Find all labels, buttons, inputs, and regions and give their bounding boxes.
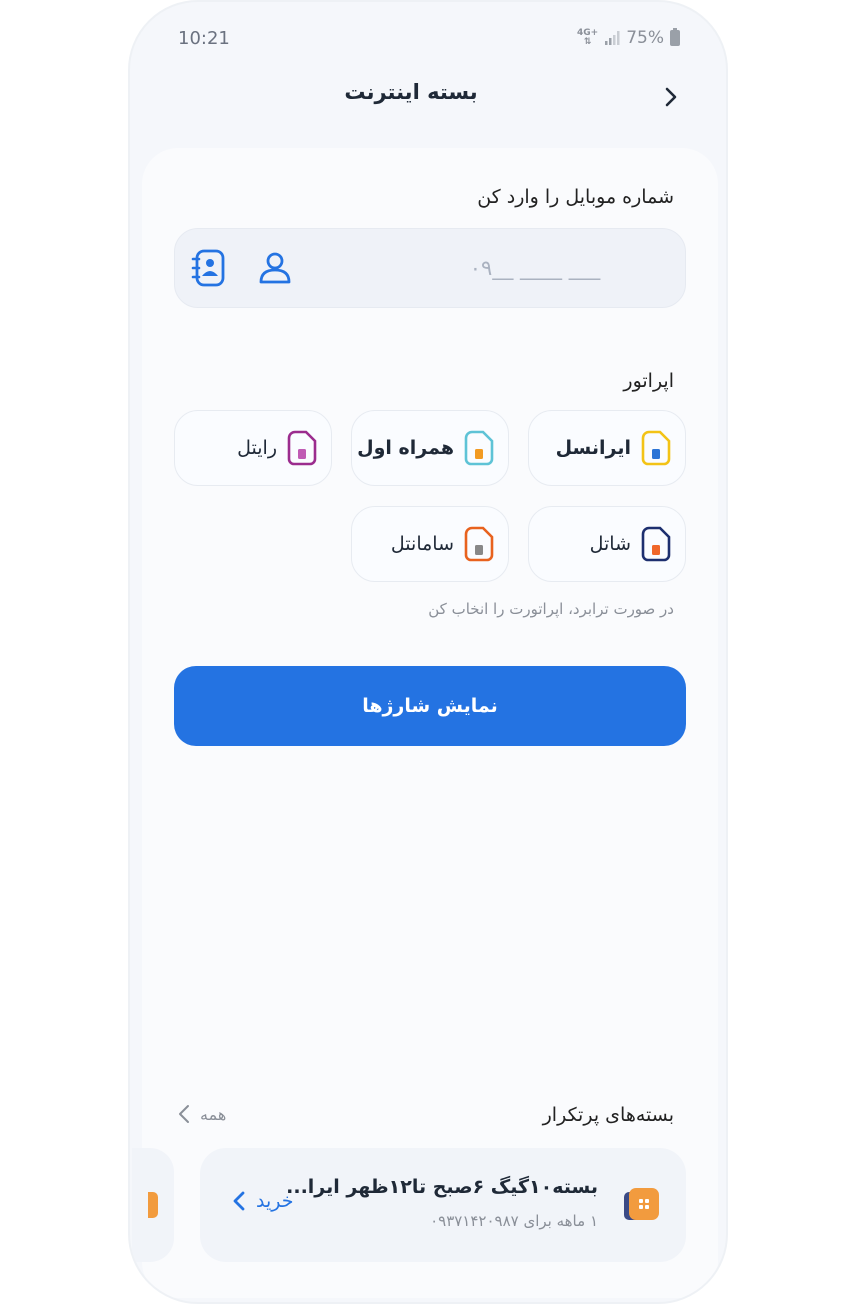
frequent-packages-title: بسته‌های پرتکرار (542, 1104, 674, 1126)
package-card[interactable]: بسته۱۰گیگ ۶صبح تا۱۲ظهر ایرا... ۱ ماهه بر… (200, 1148, 686, 1262)
buy-label: خرید (256, 1190, 294, 1212)
see-all-label: همه (200, 1104, 227, 1124)
page-title: بسته اینترنت (344, 80, 478, 104)
mobile-label: شماره موبایل را وارد کن (477, 186, 674, 208)
status-indicators: 4G+ ⇅ 75% (577, 28, 680, 48)
battery-percent: 75% (626, 28, 664, 48)
status-bar: 10:21 4G+ ⇅ 75% (130, 28, 726, 52)
contacts-book-icon (191, 249, 225, 287)
status-time: 10:21 (178, 28, 230, 49)
package-icon (148, 1192, 158, 1218)
form-card: شماره موبایل را وارد کن اپراتور (132, 148, 718, 1298)
operator-name: ایرانسل (555, 437, 631, 459)
mobile-field (174, 228, 686, 308)
battery-icon (670, 28, 680, 46)
operator-irancell[interactable]: ایرانسل (528, 410, 686, 486)
operator-name: سامانتل (390, 533, 454, 555)
package-card-next[interactable] (132, 1148, 174, 1262)
chevron-left-icon (179, 1105, 189, 1123)
user-profile-button[interactable] (255, 248, 295, 288)
operator-hint: در صورت ترابرد، اپراتورت را انخاب کن (428, 600, 674, 618)
operator-name: رایتل (237, 437, 277, 459)
operator-name: همراه اول (357, 437, 454, 459)
contacts-button[interactable] (189, 248, 229, 288)
rightel-sim-icon (287, 430, 317, 466)
shatel-sim-icon (641, 526, 671, 562)
hamrahe-aval-sim-icon (464, 430, 494, 466)
app-header: بسته اینترنت (130, 72, 726, 120)
mobile-input[interactable] (325, 229, 685, 307)
irancell-sim-icon (641, 430, 671, 466)
operator-name: شاتل (589, 533, 631, 555)
package-title: بسته۱۰گیگ ۶صبح تا۱۲ظهر ایرا... (286, 1176, 598, 1198)
operator-samantel[interactable]: سامانتل (351, 506, 509, 582)
network-type: 4G+ ⇅ (577, 28, 599, 47)
chevron-left-icon (233, 1191, 245, 1211)
operator-rightel[interactable]: رایتل (174, 410, 332, 486)
buy-button[interactable]: خرید (232, 1190, 294, 1212)
see-all-link[interactable]: همه (178, 1104, 226, 1124)
signal-icon (605, 31, 620, 45)
back-button[interactable] (656, 82, 686, 112)
show-charges-button[interactable]: نمایش شارژها (174, 666, 686, 746)
package-subtitle: ۱ ماهه برای ۰۹۳۷۱۴۲۰۹۸۷ (430, 1212, 598, 1230)
samantel-sim-icon (464, 526, 494, 562)
operator-list: ایرانسل همراه اول رایتل شاتل سامانتل (174, 410, 686, 582)
phone-frame: 10:21 4G+ ⇅ 75% بسته اینترنت شماره موبایل… (128, 0, 728, 1304)
operator-label: اپراتور (623, 370, 674, 392)
operator-shatel[interactable]: شاتل (528, 506, 686, 582)
user-icon (259, 252, 291, 284)
operator-hamrahe-aval[interactable]: همراه اول (351, 410, 509, 486)
package-icon (624, 1188, 659, 1220)
chevron-right-icon (665, 87, 677, 107)
